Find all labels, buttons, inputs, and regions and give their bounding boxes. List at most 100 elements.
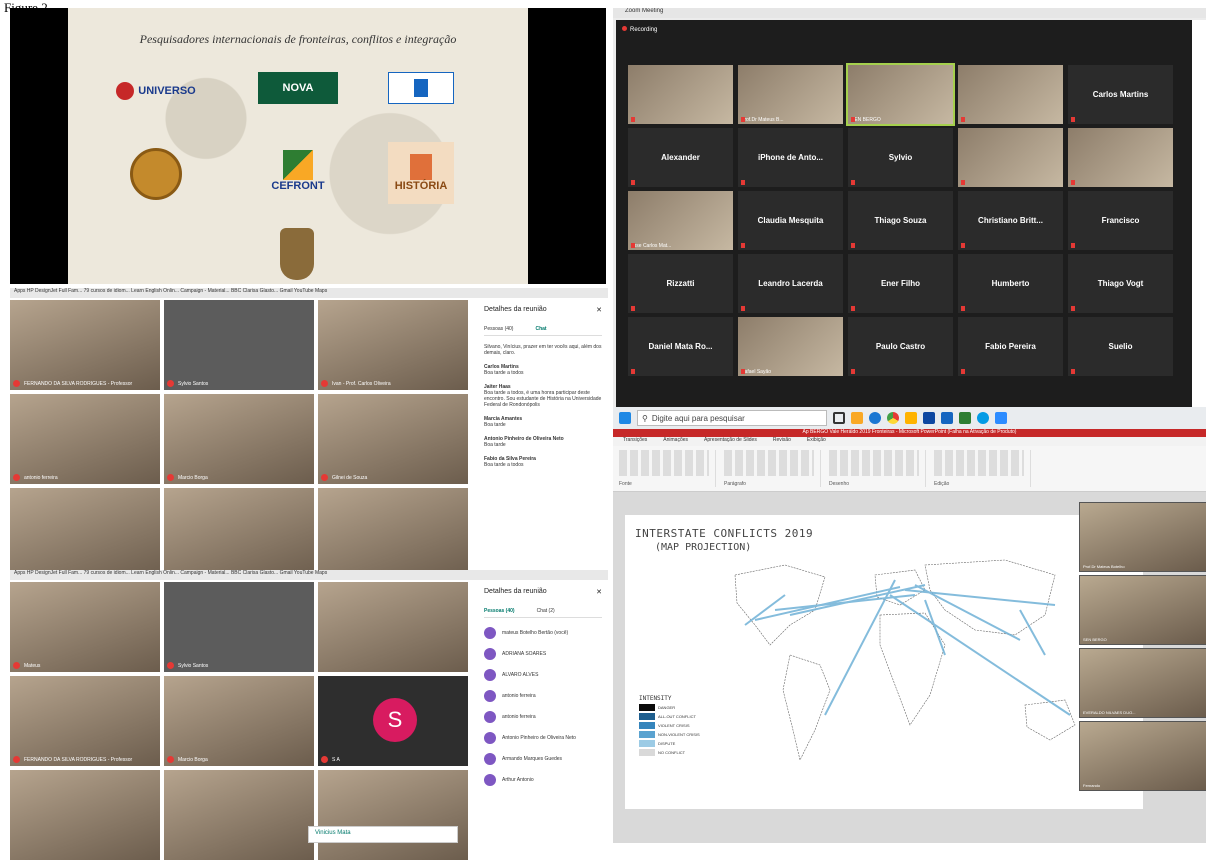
meet-participant-tile[interactable] — [10, 488, 160, 578]
recording-indicator[interactable]: Recording — [622, 26, 657, 33]
file-explorer-icon[interactable] — [851, 412, 863, 424]
zoom-video-thumbnail[interactable]: EVERALDO NILVAES DUO... — [1079, 648, 1206, 718]
meet-participant-tile[interactable] — [318, 488, 468, 578]
zoom-participant-tile[interactable]: SEN BERGO — [846, 63, 955, 126]
meet-participant-tile[interactable]: Gilnei de Souza — [318, 394, 468, 484]
zoom-participant-tile[interactable] — [958, 65, 1063, 124]
meet-participant-tile[interactable]: Sylvio Santos — [164, 582, 314, 672]
muted-mic-icon — [851, 117, 855, 122]
meet-participant-tile[interactable] — [10, 770, 160, 860]
zoom-participant-tile[interactable]: Alexander — [628, 128, 733, 187]
zoom-video-thumbnail[interactable]: Fernando — [1079, 721, 1206, 791]
chat-message: Antonio Pinheiro de Oliveira Neto Boa tar… — [484, 436, 602, 448]
close-icon[interactable]: ✕ — [596, 588, 602, 596]
conflict-line — [914, 584, 1021, 641]
people-list-item[interactable]: mateus Botelho Bertão (você) — [484, 622, 602, 643]
meet-participant-tile[interactable]: Mateus — [10, 582, 160, 672]
zoom-participant-tile[interactable]: Ener Filho — [848, 254, 953, 313]
zoom-participant-tile[interactable] — [628, 65, 733, 124]
meet-participant-tile[interactable]: FERNANDO DA SILVA RODRIGUES - Professor — [10, 300, 160, 390]
meet-window-bottom: Apps HP DesignJet Full Fam... 79 cursos … — [10, 570, 608, 860]
participant-popup[interactable]: Vinicius Mata — [308, 826, 458, 843]
meet-participant-tile[interactable]: Marcio Borga — [164, 676, 314, 766]
zoom-participant-tile[interactable]: Thiago Souza — [848, 191, 953, 250]
chat-text: Silvano, Vinícius, prazer em ter vocês a… — [484, 344, 602, 356]
zoom-participant-tile[interactable]: Christiano Britt... — [958, 191, 1063, 250]
legend-swatch — [639, 731, 655, 738]
ribbon-icons — [934, 450, 1024, 476]
excel-icon[interactable] — [959, 412, 971, 424]
zoom-app-icon[interactable] — [995, 412, 1007, 424]
tab-people[interactable]: Pessoas (40) — [484, 608, 515, 614]
people-list-item[interactable]: Arthur Antonio — [484, 769, 602, 790]
zoom-participant-tile[interactable]: Claudia Mesquita — [738, 191, 843, 250]
ppt-menu-item[interactable]: Animações — [663, 437, 688, 446]
meet-participant-tile[interactable] — [318, 582, 468, 672]
tab-chat[interactable]: Chat (2) — [537, 608, 555, 614]
zoom-participant-tile[interactable]: Prof.Dr Mateus B... — [738, 65, 843, 124]
tab-people[interactable]: Pessoas (40) — [484, 326, 513, 332]
windows-start-icon[interactable] — [619, 412, 631, 424]
zoom-participant-tile[interactable]: Thiago Vogt — [1068, 254, 1173, 313]
zoom-participant-tile[interactable]: Humberto — [958, 254, 1063, 313]
zoom-participant-tile[interactable]: Daniel Mata Ro... — [628, 317, 733, 376]
ribbon-group-label: Desenho — [829, 481, 850, 487]
person-name: ALVARO ALVES — [502, 671, 539, 678]
zoom-participant-tile[interactable]: Rafael Sayão — [738, 317, 843, 376]
avatar — [484, 689, 496, 702]
zoom-participant-tile[interactable]: Leandro Lacerda — [738, 254, 843, 313]
ppt-menu-item[interactable]: Apresentação de Slides — [704, 437, 757, 446]
meet-participant-tile[interactable]: Marcio Borga — [164, 394, 314, 484]
zoom-participant-tile[interactable]: Francisco — [1068, 191, 1173, 250]
folder-icon[interactable] — [905, 412, 917, 424]
meet-participant-tile[interactable]: Ivan - Prof. Carlos Oliveira — [318, 300, 468, 390]
taskbar-search-input[interactable]: ⚲ Digite aqui para pesquisar — [637, 410, 827, 426]
people-list-item[interactable]: antonio ferreira — [484, 685, 602, 706]
mic-off-icon — [167, 756, 174, 763]
zoom-participant-tile[interactable]: Paulo Castro — [848, 317, 953, 376]
tab-chat[interactable]: Chat — [535, 326, 546, 332]
legend-label: ALL-OUT CONFLICT — [658, 714, 696, 719]
meet-participant-tile[interactable]: FERNANDO DA SILVA RODRIGUES - Professor — [10, 676, 160, 766]
edge-icon[interactable] — [869, 412, 881, 424]
people-list-item[interactable]: ALVARO ALVES — [484, 664, 602, 685]
meet-participant-tile[interactable]: Sylvio Santos — [164, 300, 314, 390]
people-list-item[interactable]: Armando Marques Guedes — [484, 748, 602, 769]
meet-participant-tile[interactable] — [164, 770, 314, 860]
meet-participant-tile[interactable]: antonio ferreira — [10, 394, 160, 484]
meet-participant-tile[interactable] — [318, 770, 468, 860]
legend-swatch — [639, 704, 655, 711]
meet-participant-tile[interactable]: S S A — [318, 676, 468, 766]
zoom-participant-tile[interactable]: iPhone de Anto... — [738, 128, 843, 187]
people-list-item[interactable]: ADRIANA SOARES — [484, 643, 602, 664]
muted-mic-icon — [961, 306, 965, 311]
close-icon[interactable]: ✕ — [596, 306, 602, 314]
meet-participant-tile[interactable] — [164, 488, 314, 578]
task-view-icon[interactable] — [833, 412, 845, 424]
zoom-participant-tile[interactable]: Jose Carlos Mat... — [628, 191, 733, 250]
people-list-item[interactable]: antonio ferreira — [484, 706, 602, 727]
zoom-participant-tile[interactable]: Rizzatti — [628, 254, 733, 313]
ribbon-group-label: Edição — [934, 481, 950, 487]
participant-name: Sylvio Santos — [178, 663, 209, 669]
muted-mic-icon — [961, 117, 965, 122]
zoom-video-thumbnail[interactable]: Prof.Dr Mateus Botelho — [1079, 502, 1206, 572]
zoom-participant-tile[interactable]: Suelio — [1068, 317, 1173, 376]
outlook-icon[interactable] — [923, 412, 935, 424]
avatar — [484, 647, 496, 660]
zoom-participant-tile[interactable]: Fabio Pereira — [958, 317, 1063, 376]
word-icon[interactable] — [941, 412, 953, 424]
ppt-menu-item[interactable]: Revisão — [773, 437, 791, 446]
chrome-icon[interactable] — [887, 412, 899, 424]
mic-off-icon — [13, 756, 20, 763]
zoom-participant-tile[interactable]: Carlos Martins — [1068, 65, 1173, 124]
zoom-participant-tile[interactable] — [958, 128, 1063, 187]
people-list-item[interactable]: Antonio Pinheiro de Oliveira Neto — [484, 727, 602, 748]
zoom-participant-tile[interactable] — [1068, 128, 1173, 187]
ppt-menu-item[interactable]: Exibição — [807, 437, 826, 446]
zoom-participant-tile[interactable]: Sylvio — [848, 128, 953, 187]
mic-off-icon — [167, 662, 174, 669]
ppt-menu-item[interactable]: Transições — [623, 437, 647, 446]
zoom-video-thumbnail[interactable]: SEN BERGO — [1079, 575, 1206, 645]
skype-icon[interactable] — [977, 412, 989, 424]
